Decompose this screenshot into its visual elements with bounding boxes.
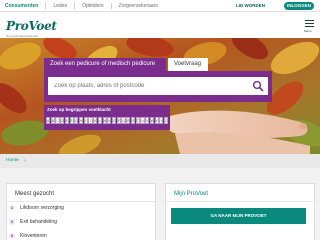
letter-f[interactable]: F — [69, 117, 74, 124]
audience-nav: Consumenten Leden Opleiders Zorgverzeker… — [5, 0, 165, 12]
letter-n[interactable]: N — [107, 117, 112, 124]
search-icon[interactable] — [252, 80, 264, 92]
ga-naar-mijn-provoet-button[interactable]: GA NAAR MIJN PROVOET — [171, 208, 306, 224]
divider — [166, 201, 314, 202]
tab-voetvraag[interactable]: Voetvraag — [168, 58, 208, 71]
voetklacht-title: Zoek op begrippen voetklacht — [47, 107, 111, 112]
lid-worden-link[interactable]: LID WORDEN — [236, 0, 265, 12]
meest-gezocht-title: Meest gezocht — [15, 191, 55, 197]
letter-j[interactable]: J — [88, 117, 93, 124]
list-item[interactable]: 2 Exit behandeling — [9, 219, 57, 225]
nav-leden[interactable]: Leden — [46, 0, 74, 12]
letter-b[interactable]: B — [50, 117, 55, 124]
letter-o[interactable]: O — [112, 117, 117, 124]
letter-h[interactable]: H — [79, 117, 84, 124]
mijn-provoet-title: Mijn ProVoet — [174, 191, 209, 197]
tab-zoek-pedicure[interactable]: Zoek een pedicure of medisch pedicure — [44, 58, 166, 71]
letter-p[interactable]: P — [116, 117, 121, 124]
alphabet-index: A B C D E F G H I J K L M N O P Q R S T … — [46, 117, 169, 124]
letter-v[interactable]: V — [145, 117, 150, 124]
logo-wordmark: ProVoet — [6, 19, 57, 33]
letter-x[interactable]: X — [154, 117, 159, 124]
list-item-label: Kloventeren — [20, 233, 47, 239]
letter-g[interactable]: G — [74, 117, 79, 124]
list-item[interactable]: 1 Likdoorn verzorging — [9, 205, 64, 211]
letter-c[interactable]: C — [55, 117, 60, 124]
chevron-right-icon: › — [24, 158, 26, 164]
location-search-input[interactable] — [48, 77, 268, 95]
nav-opleiders[interactable]: Opleiders — [75, 0, 110, 12]
menu-label: Menu — [304, 29, 312, 33]
divider — [7, 201, 155, 202]
letter-e[interactable]: E — [64, 117, 70, 124]
nav-zorgverzekeraars[interactable]: Zorgverzekeraars — [112, 0, 165, 12]
list-item-label: Likdoorn verzorging — [20, 205, 64, 211]
letter-q[interactable]: Q — [121, 117, 126, 124]
list-item-label: Exit behandeling — [20, 219, 57, 225]
letter-u[interactable]: U — [140, 117, 145, 124]
letter-d[interactable]: D — [60, 117, 65, 124]
letter-z[interactable]: Z — [163, 117, 169, 124]
inloggen-button[interactable]: INLOGGEN — [284, 2, 314, 10]
letter-t[interactable]: T — [135, 117, 140, 124]
letter-k[interactable]: K — [93, 117, 98, 124]
rank-badge: 1 — [9, 205, 15, 211]
letter-y[interactable]: Y — [159, 117, 164, 124]
rank-badge: 3 — [9, 233, 15, 239]
letter-s[interactable]: S — [130, 117, 136, 124]
meest-gezocht-card: Meest gezocht — [6, 183, 156, 240]
letter-w[interactable]: W — [149, 117, 154, 124]
list-item[interactable]: 3 Kloventeren — [9, 233, 47, 239]
breadcrumb — [0, 154, 320, 168]
letter-m[interactable]: M — [102, 117, 107, 124]
nav-consumenten[interactable]: Consumenten — [5, 0, 45, 12]
letter-r[interactable]: R — [126, 117, 131, 124]
provoet-logo[interactable]: ProVoet de voetzorgprofessional — [6, 17, 57, 38]
top-bar: Consumenten Leden Opleiders Zorgverzeker… — [0, 0, 320, 12]
site-header: ProVoet de voetzorgprofessional Menu — [0, 12, 320, 38]
letter-a[interactable]: A — [46, 117, 51, 124]
letter-i[interactable]: I — [83, 117, 88, 124]
breadcrumb-home[interactable]: Home — [6, 157, 19, 165]
hamburger-menu-icon[interactable] — [305, 20, 314, 29]
rank-badge: 2 — [9, 219, 15, 225]
letter-l[interactable]: L — [97, 117, 103, 124]
